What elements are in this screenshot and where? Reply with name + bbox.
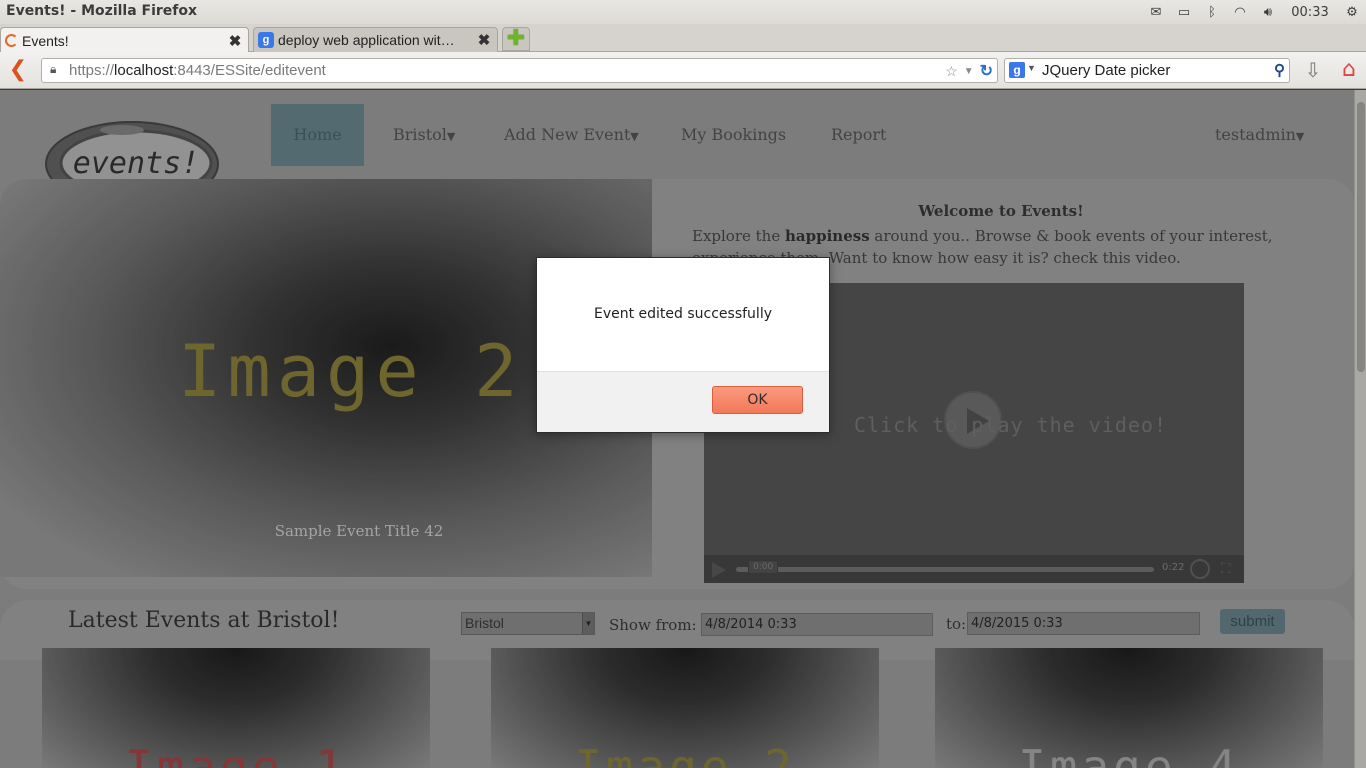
reload-icon[interactable]: ↻ <box>980 61 993 81</box>
search-bar[interactable]: g ▼ JQuery Date picker ⚲ <box>1004 58 1290 83</box>
url-bar[interactable]: 🔒︎ https://localhost:8443/ESSite/editeve… <box>41 58 998 83</box>
ok-button[interactable]: OK <box>712 386 803 414</box>
dropdown-arrow-icon[interactable]: ▼ <box>964 66 974 77</box>
clock[interactable]: 00:33 <box>1282 0 1338 24</box>
close-tab-icon[interactable]: ✖ <box>226 32 244 50</box>
back-button[interactable]: ❮ <box>6 58 30 82</box>
system-tray: ✉ ▭ ᛒ ◠ 🔊︎ 00:33 ⚙ <box>1142 0 1366 24</box>
alert-dialog: Event edited successfully OK <box>536 257 830 433</box>
wifi-icon[interactable]: ◠ <box>1226 0 1254 24</box>
plus-icon: ✚ <box>506 26 526 51</box>
home-button[interactable]: ⌂ <box>1336 57 1362 83</box>
tab-title: Events! <box>22 32 69 49</box>
battery-icon[interactable]: ▭ <box>1170 0 1198 24</box>
tab-events[interactable]: Events! ✖ <box>0 27 249 53</box>
window-title: Events! - Mozilla Firefox <box>6 3 198 19</box>
volume-icon[interactable]: 🔊︎ <box>1254 0 1282 24</box>
dialog-footer: OK <box>537 371 829 432</box>
os-top-panel: Events! - Mozilla Firefox ✉ ▭ ᛒ ◠ 🔊︎ 00:… <box>0 0 1366 24</box>
new-tab-button[interactable]: ✚ <box>502 27 530 51</box>
download-arrow-icon: ⇩ <box>1304 58 1322 82</box>
url-text: https://localhost:8443/ESSite/editevent <box>69 62 326 79</box>
bluetooth-icon[interactable]: ᛒ <box>1198 0 1226 24</box>
google-icon[interactable]: g <box>1009 62 1025 78</box>
loading-spinner-icon <box>5 34 18 47</box>
back-arrow-icon: ❮ <box>8 57 28 82</box>
lock-icon: 🔒︎ <box>50 62 57 76</box>
tab-strip: Events! ✖ g deploy web application wit… … <box>0 24 1366 53</box>
mail-icon[interactable]: ✉ <box>1142 0 1170 24</box>
search-icon[interactable]: ⚲ <box>1274 61 1285 79</box>
search-input[interactable]: JQuery Date picker <box>1042 62 1170 79</box>
downloads-button[interactable]: ⇩ <box>1301 58 1325 82</box>
chevron-down-icon[interactable]: ▼ <box>1027 63 1036 73</box>
navigation-toolbar: ❮ 🔒︎ https://localhost:8443/ESSite/edite… <box>0 52 1366 89</box>
tab-title: deploy web application wit… <box>278 32 455 48</box>
tab-deploy[interactable]: g deploy web application wit… ✖ <box>253 27 498 52</box>
bookmark-star-icon[interactable]: ☆ <box>945 63 958 80</box>
google-icon: g <box>258 32 274 48</box>
settings-gear-icon[interactable]: ⚙ <box>1338 0 1366 24</box>
close-tab-icon[interactable]: ✖ <box>475 31 493 49</box>
dialog-message: Event edited successfully <box>593 306 772 322</box>
home-icon: ⌂ <box>1342 57 1356 82</box>
